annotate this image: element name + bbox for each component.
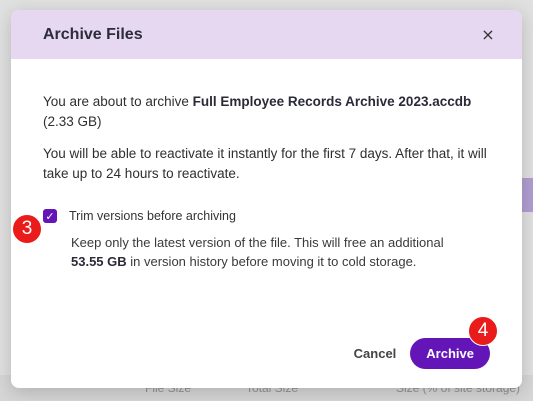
- freed-amount: 53.55 GB: [71, 254, 127, 269]
- step-badge-4: 4: [468, 316, 498, 346]
- dialog-title: Archive Files: [43, 25, 143, 43]
- intro-text: You are about to archive: [43, 94, 193, 109]
- file-size: (2.33 GB): [43, 114, 102, 129]
- dialog-header: Archive Files ×: [11, 10, 522, 59]
- trim-versions-checkbox[interactable]: ✓: [43, 209, 57, 223]
- dialog-footer: Cancel Archive: [354, 338, 490, 369]
- file-name: Full Employee Records Archive 2023.accdb: [192, 94, 472, 109]
- archive-intro: You are about to archive Full Employee R…: [43, 92, 490, 132]
- reactivate-info: You will be able to reactivate it instan…: [43, 146, 487, 181]
- trim-versions-description: Keep only the latest version of the file…: [71, 233, 471, 271]
- trim-versions-label[interactable]: Trim versions before archiving: [69, 209, 236, 223]
- step-badge-3: 3: [12, 214, 42, 244]
- close-icon[interactable]: ×: [478, 25, 498, 45]
- trim-versions-option[interactable]: ✓ Trim versions before archiving: [43, 209, 236, 223]
- archive-files-dialog: Archive Files × You are about to archive…: [11, 10, 522, 388]
- cancel-button[interactable]: Cancel: [354, 346, 397, 361]
- desc-suffix: in version history before moving it to c…: [126, 254, 417, 269]
- desc-prefix: Keep only the latest version of the file…: [71, 235, 444, 250]
- dialog-body: You are about to archive Full Employee R…: [11, 92, 522, 184]
